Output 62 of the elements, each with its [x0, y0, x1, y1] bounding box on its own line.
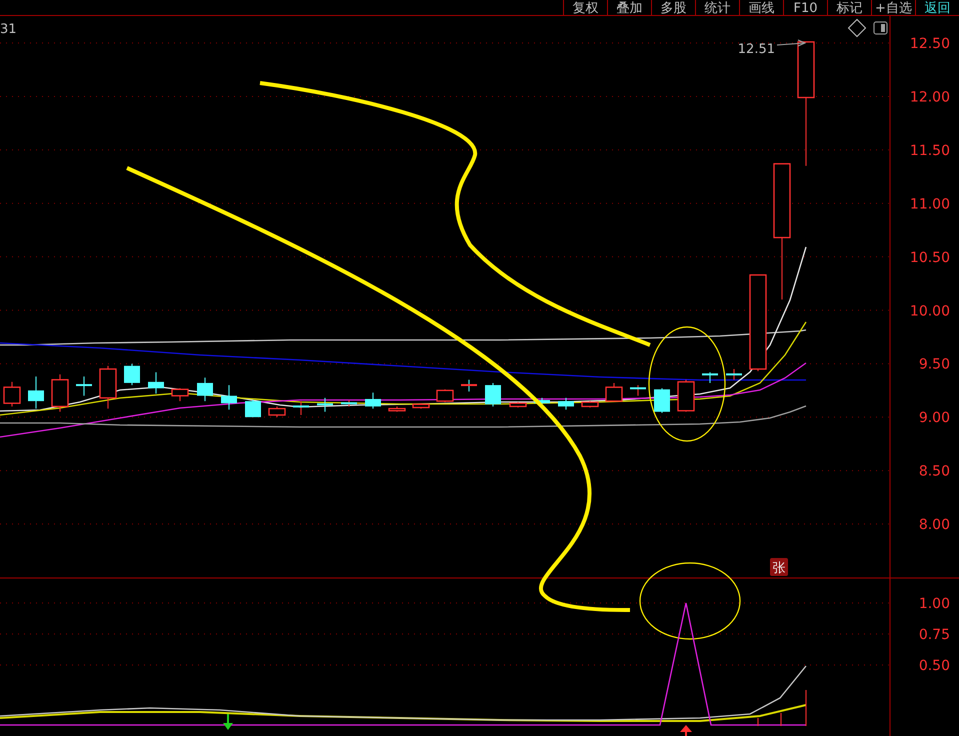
toolbar-button[interactable]: 多股	[651, 0, 695, 16]
up-arrow-icon	[680, 725, 692, 736]
last-price-label: 12.51	[738, 42, 775, 57]
price-axis-label: 9.50	[918, 356, 950, 373]
candlestick	[293, 400, 309, 416]
candlestick	[509, 402, 527, 408]
price-axis-label: 8.50	[918, 464, 950, 480]
candlestick	[124, 363, 140, 386]
candlestick	[702, 372, 718, 384]
candlestick	[726, 368, 742, 380]
candlestick	[436, 388, 454, 403]
price-axis-label: 9.00	[918, 410, 950, 426]
candlestick	[317, 397, 333, 412]
candlestick	[245, 400, 261, 418]
toolbar-button[interactable]: F10	[783, 0, 827, 16]
candlestick	[197, 377, 213, 402]
price-axis-label: 11.00	[910, 196, 950, 212]
indicator-axis-label: 0.50	[918, 658, 950, 674]
candlestick	[485, 382, 501, 407]
limit-up-badge: 张	[770, 558, 788, 576]
candlestick	[630, 384, 646, 396]
candlestick	[268, 406, 286, 418]
candlestick	[51, 374, 69, 412]
candlestick	[581, 400, 599, 408]
toolbar-button[interactable]: 画线	[739, 0, 783, 16]
candlestick	[654, 388, 670, 414]
toolbar-button[interactable]: 复权	[563, 0, 607, 16]
candlestick	[534, 397, 550, 405]
price-pointer-arrow	[776, 40, 806, 46]
corner-text: 31	[0, 22, 17, 37]
candlestick	[388, 406, 406, 412]
candlestick	[605, 382, 623, 402]
candlestick	[341, 400, 357, 407]
candlestick	[76, 376, 92, 396]
toolbar-button[interactable]: 统计	[695, 0, 739, 16]
indicator-bar	[780, 712, 782, 726]
candlestick	[3, 381, 21, 407]
candlestick	[677, 379, 695, 412]
down-arrow-icon	[223, 714, 233, 730]
candlestick	[412, 402, 430, 410]
toolbar-button[interactable]: +自选	[871, 0, 915, 16]
candlestick	[558, 397, 574, 410]
diamond-icon[interactable]	[848, 18, 866, 38]
candlestick	[221, 384, 237, 410]
candlestick	[461, 379, 477, 392]
candlestick	[148, 372, 164, 394]
price-axis-label: 10.50	[910, 250, 950, 266]
price-axis-label: 12.00	[910, 89, 950, 106]
price-axis-label: 12.50	[910, 36, 950, 52]
candlestick	[28, 376, 44, 410]
candlestick	[99, 365, 117, 410]
panel-toggle-icon[interactable]	[874, 22, 888, 34]
price-axis-label: 8.00	[918, 517, 950, 534]
toolbar-button[interactable]: 叠加	[607, 0, 651, 16]
indicator-axis-label: 1.00	[918, 596, 950, 612]
candlestick	[365, 392, 381, 410]
toolbar-button[interactable]: 返回	[915, 0, 959, 16]
toolbar-button[interactable]: 标记	[827, 0, 871, 16]
price-axis-label: 11.50	[910, 142, 950, 159]
indicator-axis-label: 0.75	[918, 627, 950, 643]
price-axis-label: 10.00	[910, 303, 950, 320]
candlestick	[171, 388, 189, 402]
